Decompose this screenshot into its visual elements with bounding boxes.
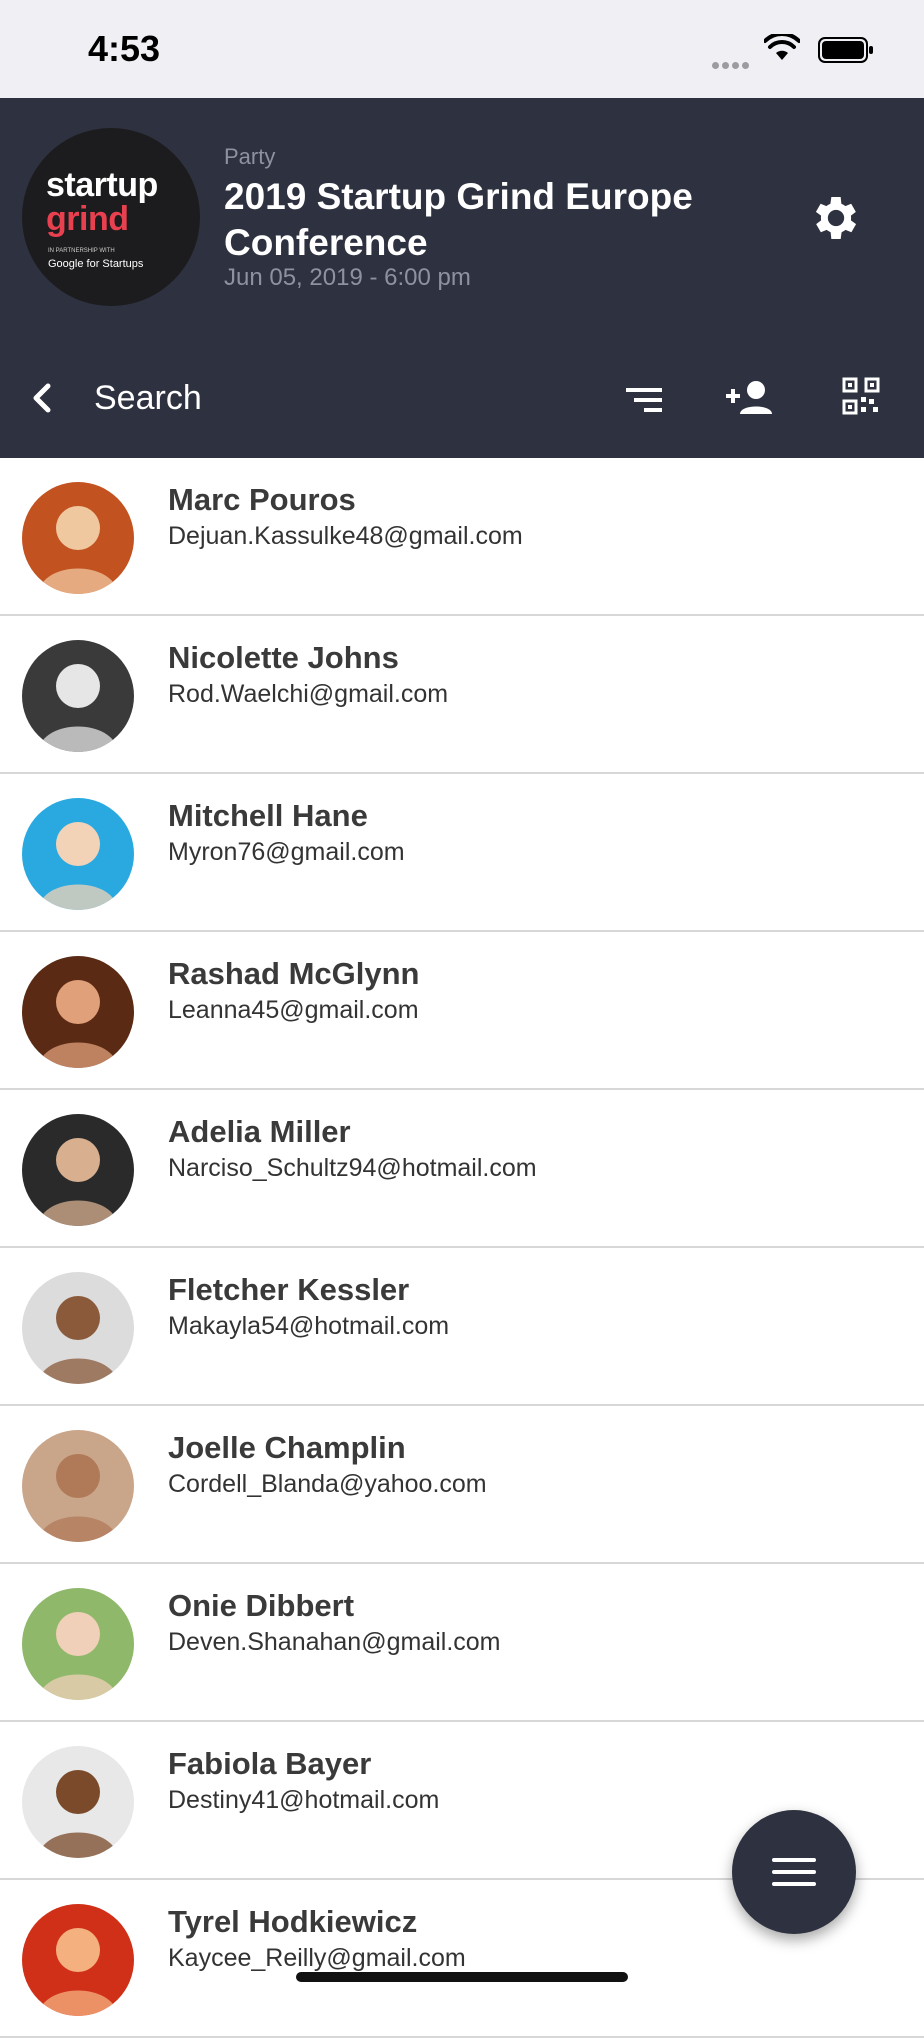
battery-icon <box>818 37 873 63</box>
avatar <box>22 1114 134 1226</box>
add-person-icon[interactable] <box>724 378 772 418</box>
attendee-name: Tyrel Hodkiewicz <box>168 1904 418 1939</box>
attendee-list: Marc Pouros Dejuan.Kassulke48@gmail.com … <box>0 458 924 2038</box>
attendee-email: Destiny41@hotmail.com <box>168 1786 440 1814</box>
avatar <box>22 1588 134 1700</box>
event-title: 2019 Startup Grind Europe Conference <box>224 176 693 263</box>
wifi-icon <box>764 34 800 60</box>
avatar <box>22 640 134 752</box>
attendee-name: Adelia Miller <box>168 1114 351 1149</box>
gear-icon <box>815 197 857 239</box>
attendee-row[interactable]: Rashad McGlynn Leanna45@gmail.com <box>0 932 924 1090</box>
attendee-name: Marc Pouros <box>168 482 356 517</box>
home-indicator <box>296 1972 628 1982</box>
avatar <box>22 1746 134 1858</box>
attendee-name: Fabiola Bayer <box>168 1746 372 1781</box>
avatar <box>22 1272 134 1384</box>
attendee-name: Rashad McGlynn <box>168 956 420 991</box>
avatar <box>22 1430 134 1542</box>
attendee-email: Makayla54@hotmail.com <box>168 1312 450 1340</box>
attendee-row[interactable]: Mitchell Hane Myron76@gmail.com <box>0 774 924 932</box>
attendee-name: Nicolette Johns <box>168 640 399 675</box>
event-logo: startup grind IN PARTNERSHIP WITH Google… <box>22 128 200 306</box>
event-header: startup grind IN PARTNERSHIP WITH Google… <box>0 98 924 458</box>
attendee-name: Fletcher Kessler <box>168 1272 410 1307</box>
qr-code-icon[interactable] <box>842 376 880 416</box>
logo-google-text: Google for Startups <box>48 258 144 270</box>
search-input[interactable] <box>94 374 454 422</box>
event-category: Party <box>224 144 276 169</box>
menu-fab-button[interactable] <box>732 1810 856 1934</box>
event-date: Jun 05, 2019 - 6:00 pm <box>224 264 471 291</box>
attendee-row[interactable]: Marc Pouros Dejuan.Kassulke48@gmail.com <box>0 458 924 616</box>
attendee-name: Mitchell Hane <box>168 798 368 833</box>
attendee-name: Joelle Champlin <box>168 1430 406 1465</box>
attendee-row[interactable]: Onie Dibbert Deven.Shanahan@gmail.com <box>0 1564 924 1722</box>
status-time: 4:53 <box>88 28 161 69</box>
menu-icon <box>772 1858 816 1886</box>
logo-partner-text: IN PARTNERSHIP WITH <box>48 248 115 254</box>
attendee-email: Deven.Shanahan@gmail.com <box>168 1628 501 1656</box>
attendee-row[interactable]: Adelia Miller Narciso_Schultz94@hotmail.… <box>0 1090 924 1248</box>
attendee-row[interactable]: Fletcher Kessler Makayla54@hotmail.com <box>0 1248 924 1406</box>
avatar <box>22 956 134 1068</box>
attendee-email: Leanna45@gmail.com <box>168 996 419 1024</box>
logo-grind-text: grind <box>46 200 129 238</box>
attendee-email: Myron76@gmail.com <box>168 838 405 866</box>
cellular-signal-icon <box>712 56 752 74</box>
filter-icon[interactable] <box>624 380 666 420</box>
attendee-row[interactable]: Nicolette Johns Rod.Waelchi@gmail.com <box>0 616 924 774</box>
settings-button[interactable] <box>808 190 864 246</box>
attendee-name: Onie Dibbert <box>168 1588 355 1623</box>
avatar <box>22 482 134 594</box>
attendee-email: Rod.Waelchi@gmail.com <box>168 680 449 708</box>
attendee-email: Dejuan.Kassulke48@gmail.com <box>168 522 523 550</box>
avatar <box>22 798 134 910</box>
attendee-email: Kaycee_Reilly@gmail.com <box>168 1944 466 1972</box>
back-chevron-icon[interactable] <box>26 378 58 418</box>
attendee-email: Cordell_Blanda@yahoo.com <box>168 1470 487 1498</box>
status-bar: 4:53 <box>0 0 924 98</box>
attendee-row[interactable]: Joelle Champlin Cordell_Blanda@yahoo.com <box>0 1406 924 1564</box>
avatar <box>22 1904 134 2016</box>
attendee-email: Narciso_Schultz94@hotmail.com <box>168 1154 537 1182</box>
